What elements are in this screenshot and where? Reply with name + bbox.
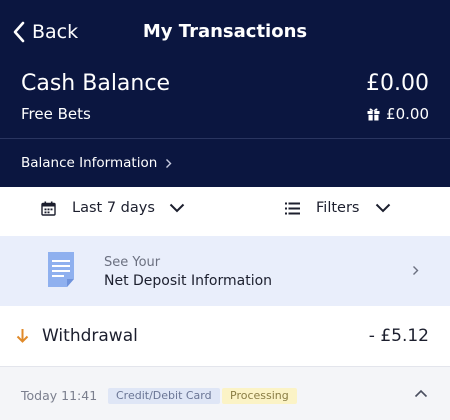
deposit-banner-line2: Net Deposit Information <box>104 273 273 289</box>
header-divider <box>0 138 450 139</box>
back-button[interactable]: Back <box>12 20 78 44</box>
status-badge: Processing <box>222 388 297 404</box>
date-range-dropdown[interactable]: Last 7 days <box>41 200 185 216</box>
chevron-right-icon <box>166 158 172 168</box>
chevron-left-icon <box>13 21 25 43</box>
transaction-type: Withdrawal <box>42 326 138 346</box>
transaction-row[interactable]: Withdrawal - £5.12 <box>0 306 450 366</box>
free-bets-label: Free Bets <box>21 105 91 123</box>
filter-bar: Last 7 days Filters <box>0 187 450 236</box>
transaction-amount: - £5.12 <box>368 326 429 346</box>
free-bets-value-group: £0.00 <box>367 104 429 124</box>
filters-dropdown[interactable]: Filters <box>285 200 391 216</box>
net-deposit-banner[interactable]: See Your Net Deposit Information <box>0 236 450 306</box>
chevron-down-icon <box>376 203 391 213</box>
chevron-up-icon[interactable] <box>414 389 428 398</box>
balance-information-link[interactable]: Balance Information <box>21 153 172 173</box>
balance-information-label: Balance Information <box>21 155 158 171</box>
transaction-detail: Today 11:41 Credit/Debit Card Processing <box>0 367 450 420</box>
filters-label: Filters <box>316 200 360 216</box>
gift-icon <box>367 108 380 121</box>
nav-bar: Back My Transactions <box>0 0 450 64</box>
balance-header: Back My Transactions Cash Balance £0.00 … <box>0 0 450 187</box>
free-bets-value: £0.00 <box>386 105 429 123</box>
cash-balance-label: Cash Balance <box>21 71 170 96</box>
date-range-label: Last 7 days <box>72 200 155 216</box>
cash-balance-value: £0.00 <box>366 71 429 96</box>
document-icon <box>48 252 74 287</box>
chevron-down-icon <box>169 203 185 213</box>
list-icon <box>285 202 300 214</box>
chevron-right-icon <box>413 266 419 275</box>
arrow-down-icon <box>16 329 29 343</box>
transaction-time: Today 11:41 <box>21 388 98 403</box>
payment-method-badge: Credit/Debit Card <box>108 388 220 404</box>
back-label: Back <box>32 21 79 43</box>
calendar-icon <box>41 201 56 216</box>
deposit-banner-line1: See Your <box>104 255 161 270</box>
page-title: My Transactions <box>142 21 308 42</box>
